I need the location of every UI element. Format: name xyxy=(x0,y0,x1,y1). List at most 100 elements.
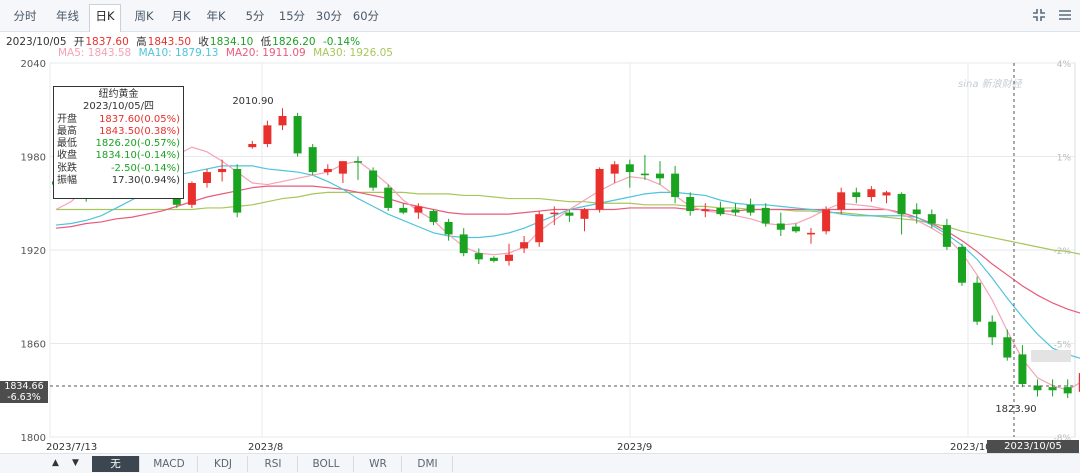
tooltip-row: 张跌 -2.50(-0.14%) xyxy=(57,163,180,175)
y-tick-label: 2040 xyxy=(21,59,46,70)
tooltip-title: 纽约黄金 xyxy=(98,89,139,100)
candle-body xyxy=(505,254,513,261)
candle-body xyxy=(187,182,196,205)
candle-body xyxy=(429,211,438,222)
candle-body xyxy=(640,173,649,176)
candle-body xyxy=(535,214,544,243)
candle-body xyxy=(776,223,785,230)
candle-body xyxy=(927,214,936,224)
tooltip-row-label: 收盘 xyxy=(57,150,77,162)
candle-body xyxy=(852,192,861,198)
candle-body xyxy=(218,168,227,173)
indicator-tab-1[interactable]: MACD xyxy=(141,456,198,472)
y-tick-label: 1800 xyxy=(21,433,46,444)
indicator-tab-0[interactable]: 无 xyxy=(92,456,140,472)
indicator-bar: ▲ ▼ 无 MACD KDJ RSI BOLL WR DMI xyxy=(0,453,1080,473)
candle-body xyxy=(912,209,921,215)
indicator-tab-2[interactable]: KDJ xyxy=(199,456,248,472)
candle-body xyxy=(308,147,317,173)
tooltip-row-value: -2.50(-0.14%) xyxy=(110,162,180,174)
tooltip-row-value: 1834.10(-0.14%) xyxy=(95,150,180,162)
candle-body xyxy=(867,189,876,198)
ma20-line xyxy=(55,185,1080,314)
scroll-down-icon[interactable]: ▼ xyxy=(72,458,79,468)
cursor-price: 1834.66 xyxy=(4,381,44,392)
sina-watermark: sina 新浪财经 xyxy=(958,78,1023,90)
y-tick-label: 1920 xyxy=(21,246,46,257)
tooltip-row: 开盘 1837.60(0.05%) xyxy=(57,114,180,126)
tooltip-row-value: 1826.20(-0.57%) xyxy=(95,138,180,150)
candle-body xyxy=(338,161,347,174)
x-tick-label: 2023/9 xyxy=(617,442,652,453)
tooltip-row-value: 1837.60(0.05%) xyxy=(99,113,180,125)
candlestick-chart[interactable]: 18001860192019802040 4%1%-2%-5%-8%sina 新浪… xyxy=(0,0,1080,453)
candle-body xyxy=(595,168,604,210)
candle-body xyxy=(474,253,483,260)
tooltip-row: 最低 1826.20(-0.57%) xyxy=(57,138,180,150)
candle-body xyxy=(686,197,695,212)
candle-body xyxy=(656,173,664,179)
candle-body xyxy=(716,207,725,215)
candle-body xyxy=(399,207,408,213)
candle-body xyxy=(293,115,302,154)
candle-body xyxy=(323,168,332,173)
scroll-up-icon[interactable]: ▲ xyxy=(52,458,59,468)
candle-body xyxy=(1048,387,1057,391)
y-right-tick-label: 4% xyxy=(1057,60,1072,70)
candle-body xyxy=(973,282,982,322)
candle-body xyxy=(958,246,966,283)
tooltip-row-label: 最低 xyxy=(57,138,77,150)
cursor-pct: -6.63% xyxy=(7,392,41,403)
candle-body xyxy=(807,232,815,235)
indicator-tab-5[interactable]: WR xyxy=(355,456,402,472)
candle-body xyxy=(384,187,393,208)
cursor-price-label: 1834.66 -6.63% xyxy=(0,381,48,403)
candle-body xyxy=(746,204,755,213)
indicator-tab-6[interactable]: DMI xyxy=(403,456,453,472)
candle-body xyxy=(897,193,906,215)
indicator-tab-4[interactable]: BOLL xyxy=(299,456,354,472)
candle-body xyxy=(882,192,891,196)
candle-body xyxy=(822,209,831,232)
candle-body xyxy=(1018,354,1027,385)
candle-body xyxy=(1003,337,1012,358)
tooltip-date: 2023/10/05/四 xyxy=(82,101,154,113)
candle-body xyxy=(671,173,680,198)
candle-body xyxy=(625,164,634,173)
candle-body xyxy=(459,234,468,254)
candle-body xyxy=(731,209,740,213)
candle-body xyxy=(444,221,453,235)
indicator-tab-3[interactable]: RSI xyxy=(249,456,298,472)
candle-body xyxy=(550,212,559,215)
y-tick-label: 1860 xyxy=(21,340,46,351)
tooltip-row-label: 振幅 xyxy=(57,175,77,187)
candle-body xyxy=(761,207,770,224)
ma10-line xyxy=(55,165,1080,359)
candle-body xyxy=(278,115,287,126)
candle-body xyxy=(233,168,242,213)
min-annotation: 1823.90 xyxy=(995,404,1036,415)
x-tick-label: 2023/8 xyxy=(248,442,283,453)
tooltip-row: 最高 1843.50(0.38%) xyxy=(57,126,180,138)
tooltip-row: 振幅 17.30(0.94%) xyxy=(57,175,180,187)
tooltip-row-value: 1843.50(0.38%) xyxy=(99,125,180,137)
tooltip-row: 收盘 1834.10(-0.14%) xyxy=(57,150,180,162)
max-annotation: 2010.90 xyxy=(232,96,273,107)
candle-body xyxy=(354,161,362,163)
tooltip-row-label: 开盘 xyxy=(57,113,77,125)
candle-body xyxy=(1063,387,1072,394)
candle-body xyxy=(248,144,257,148)
candle-body xyxy=(701,209,710,212)
x-tick-label: 2023/10 xyxy=(950,442,992,453)
candle-body xyxy=(580,209,589,219)
ma5-line xyxy=(55,146,1080,391)
candle-body xyxy=(369,170,378,188)
candle-body xyxy=(791,226,800,232)
right-price-marker xyxy=(1031,350,1071,362)
candle-body xyxy=(610,164,619,174)
candle-body xyxy=(988,321,997,338)
candle-body xyxy=(565,212,574,216)
candle-body xyxy=(203,172,211,183)
tooltip-row-label: 最高 xyxy=(57,125,77,137)
candle-body xyxy=(489,257,498,261)
